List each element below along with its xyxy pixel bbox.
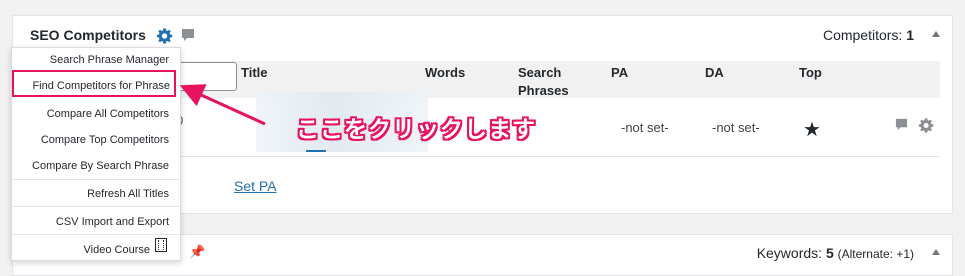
annotation-callout: ここをクリックします <box>296 116 536 142</box>
